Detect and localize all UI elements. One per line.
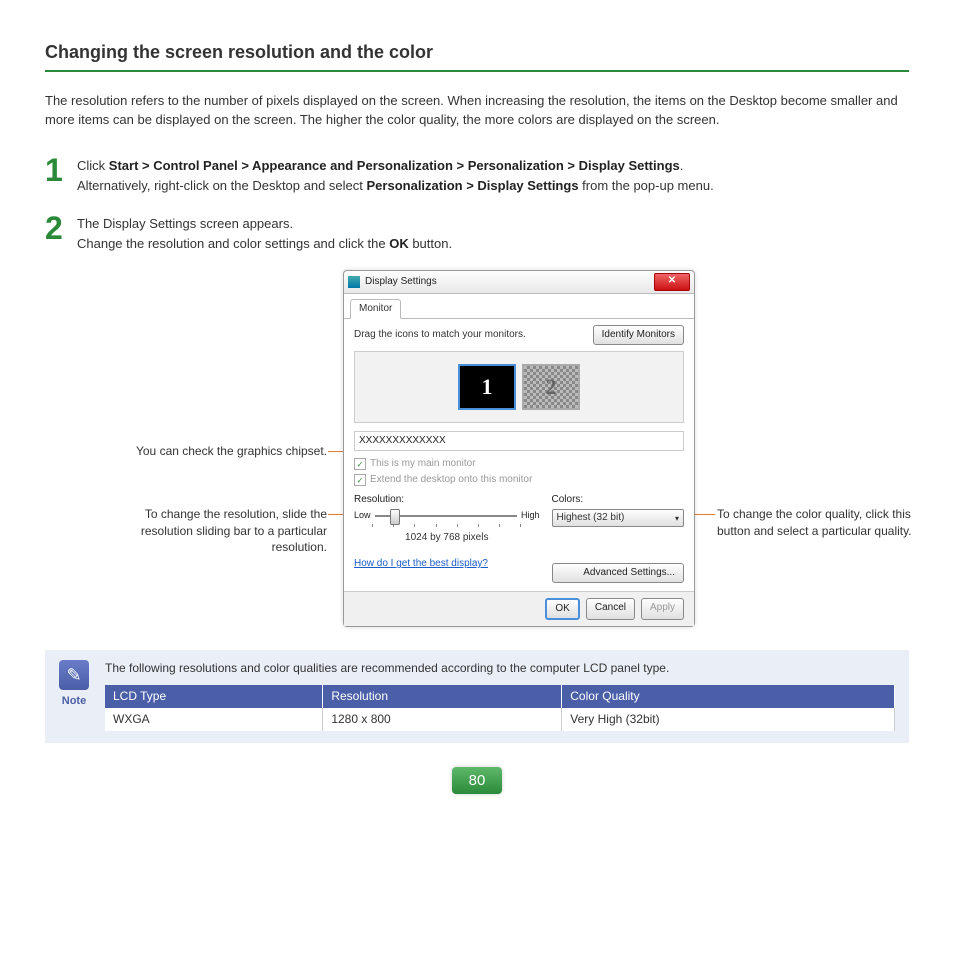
extend-desktop-checkbox-row: ✓ Extend the desktop onto this monitor: [354, 473, 684, 487]
table-row: WXGA 1280 x 800 Very High (32bit): [105, 708, 895, 731]
callout-resolution: To change the resolution, slide the reso…: [97, 506, 327, 555]
title-divider: [45, 70, 909, 72]
monitor-1[interactable]: 1: [458, 364, 516, 410]
pencil-icon: ✎: [59, 660, 89, 690]
callout-colors: To change the color quality, click this …: [717, 506, 927, 538]
main-monitor-label: This is my main monitor: [370, 457, 476, 471]
intro-paragraph: The resolution refers to the number of p…: [45, 92, 909, 130]
note-label: Note: [59, 694, 89, 709]
resolution-slider-row: Low High: [354, 509, 540, 522]
page-number: 80: [452, 767, 502, 794]
dialog-title: Display Settings: [365, 275, 654, 289]
resolution-label: Resolution:: [354, 493, 540, 507]
step-2: 2 The Display Settings screen appears. C…: [45, 212, 909, 254]
resolution-slider[interactable]: [375, 513, 517, 519]
lcd-table: LCD Type Resolution Color Quality WXGA 1…: [105, 685, 895, 731]
dialog-titlebar: Display Settings ✕: [344, 271, 694, 294]
section-title: Changing the screen resolution and the c…: [45, 40, 909, 65]
close-button[interactable]: ✕: [654, 273, 690, 291]
slider-high: High: [521, 509, 540, 522]
step2-b-post: button.: [409, 236, 452, 251]
dialog-icon: [348, 276, 360, 288]
help-link[interactable]: How do I get the best display?: [354, 557, 488, 571]
tab-monitor[interactable]: Monitor: [350, 299, 401, 319]
step-2-body: The Display Settings screen appears. Cha…: [77, 212, 452, 254]
extend-desktop-label: Extend the desktop onto this monitor: [370, 473, 532, 487]
resolution-value: 1024 by 768 pixels: [354, 531, 540, 545]
main-monitor-checkbox-row: ✓ This is my main monitor: [354, 457, 684, 471]
step1-click: Click: [77, 158, 109, 173]
chipset-field: XXXXXXXXXXXXX: [354, 431, 684, 451]
slider-handle[interactable]: [390, 509, 400, 525]
slider-low: Low: [354, 509, 371, 522]
step-1-body: Click Start > Control Panel > Appearance…: [77, 154, 714, 196]
step2-b-bold: OK: [389, 236, 409, 251]
identify-monitors-button[interactable]: Identify Monitors: [593, 325, 684, 345]
th-resolution: Resolution: [323, 685, 562, 708]
step-number-2: 2: [45, 212, 67, 244]
step2-b-pre: Change the resolution and color settings…: [77, 236, 389, 251]
monitor-area: 1 2: [354, 351, 684, 423]
apply-button[interactable]: Apply: [641, 598, 684, 620]
cancel-button[interactable]: Cancel: [586, 598, 635, 620]
step1-alt-bold: Personalization > Display Settings: [367, 178, 579, 193]
step1-alt-pre: Alternatively, right-click on the Deskto…: [77, 178, 367, 193]
note-intro: The following resolutions and color qual…: [105, 660, 895, 677]
colors-combo[interactable]: Highest (32 bit) ▾: [552, 509, 685, 527]
th-color-quality: Color Quality: [562, 685, 895, 708]
step1-path: Start > Control Panel > Appearance and P…: [109, 158, 680, 173]
monitor-2[interactable]: 2: [522, 364, 580, 410]
colors-label: Colors:: [552, 493, 685, 507]
step2-a: The Display Settings screen appears.: [77, 216, 293, 231]
td-resolution: 1280 x 800: [323, 708, 562, 731]
th-lcd-type: LCD Type: [105, 685, 323, 708]
note-box: ✎ Note The following resolutions and col…: [45, 650, 909, 742]
ok-button[interactable]: OK: [545, 598, 579, 620]
dialog-button-bar: OK Cancel Apply: [344, 591, 694, 626]
td-lcd-type: WXGA: [105, 708, 323, 731]
colors-value: Highest (32 bit): [557, 511, 625, 525]
advanced-settings-button[interactable]: Advanced Settings...: [552, 563, 685, 583]
callout-chipset: You can check the graphics chipset.: [97, 443, 327, 459]
extend-desktop-checkbox[interactable]: ✓: [354, 474, 366, 486]
tab-row: Monitor: [344, 294, 694, 319]
td-color-quality: Very High (32bit): [562, 708, 895, 731]
display-settings-dialog: Display Settings ✕ Monitor Drag the icon…: [343, 270, 695, 627]
main-monitor-checkbox[interactable]: ✓: [354, 458, 366, 470]
chevron-down-icon: ▾: [675, 513, 679, 524]
step1-dot: .: [680, 158, 684, 173]
step-number-1: 1: [45, 154, 67, 186]
step1-alt-post: from the pop-up menu.: [579, 178, 714, 193]
table-header-row: LCD Type Resolution Color Quality: [105, 685, 895, 708]
drag-instruction: Drag the icons to match your monitors.: [354, 328, 526, 342]
screenshot-area: You can check the graphics chipset. To c…: [45, 270, 909, 620]
step-1: 1 Click Start > Control Panel > Appearan…: [45, 154, 909, 196]
